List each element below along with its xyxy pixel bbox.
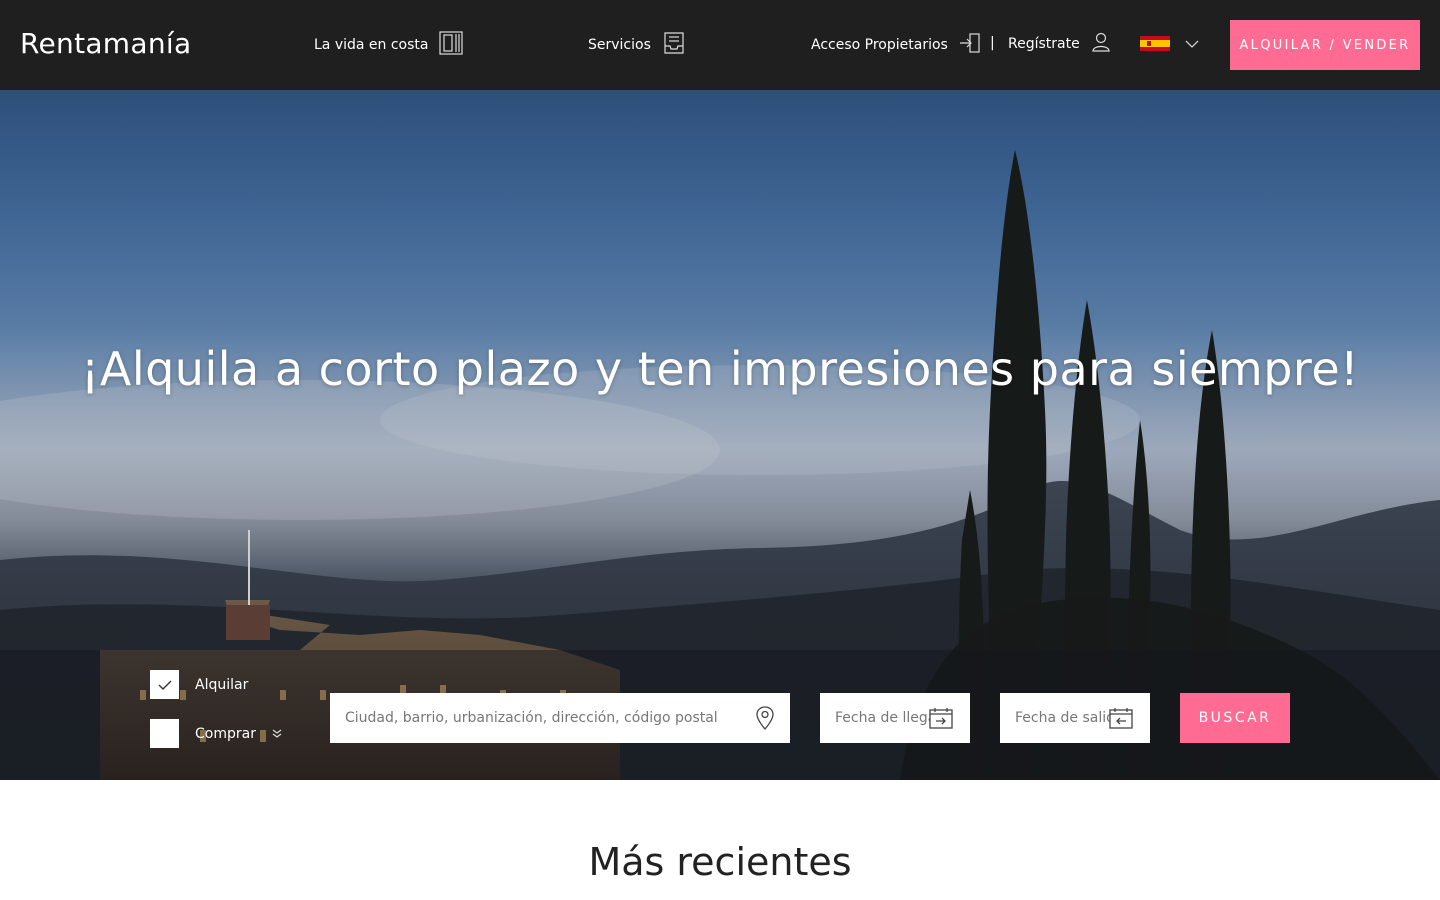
- inbox-tray-icon: [661, 30, 687, 60]
- option-alquilar[interactable]: Alquilar: [150, 670, 248, 699]
- double-chevron-down-icon: [272, 726, 282, 742]
- top-header: Rentamanía La vida en costa Servicios Ac…: [0, 0, 1440, 90]
- comprar-label: Comprar: [195, 725, 256, 742]
- chevron-down-icon: [1184, 34, 1200, 53]
- nav-label: Servicios: [588, 37, 651, 53]
- nav-label: La vida en costa: [314, 37, 429, 53]
- hero-section: ¡Alquila a corto plazo y ten impresiones…: [0, 90, 1440, 780]
- language-selector[interactable]: [1140, 34, 1200, 53]
- user-icon: [1090, 31, 1112, 57]
- building-icon: [438, 30, 464, 60]
- checkin-input[interactable]: [835, 710, 930, 726]
- alquilar-vender-button[interactable]: ALQUILAR / VENDER: [1230, 20, 1420, 70]
- check-icon: [158, 680, 171, 690]
- nav-servicios[interactable]: Servicios: [588, 30, 687, 60]
- recent-section-title: Más recientes: [588, 840, 852, 884]
- calendar-arrow-out-icon: [1109, 708, 1133, 729]
- location-field[interactable]: [330, 693, 790, 743]
- hero-headline: ¡Alquila a corto plazo y ten impresiones…: [80, 342, 1360, 396]
- map-pin-icon: [756, 706, 774, 730]
- site-logo[interactable]: Rentamanía: [20, 27, 191, 60]
- nav-registrate[interactable]: Regístrate: [1008, 31, 1112, 57]
- buscar-button[interactable]: BUSCAR: [1180, 693, 1290, 743]
- search-panel: Alquilar Comprar BUSCAR: [0, 650, 1440, 780]
- nav-separator: |: [990, 35, 995, 51]
- nav-acceso-propietarios[interactable]: Acceso Propietarios: [811, 31, 982, 59]
- comprar-checkbox[interactable]: [150, 719, 179, 748]
- calendar-arrow-in-icon: [929, 708, 953, 729]
- alquilar-label: Alquilar: [195, 676, 249, 693]
- login-door-icon: [958, 31, 982, 59]
- checkin-field[interactable]: [820, 693, 970, 743]
- alquilar-checkbox[interactable]: [150, 670, 179, 699]
- nav-la-vida-en-costa[interactable]: La vida en costa: [314, 30, 464, 60]
- spain-flag-icon: [1140, 36, 1170, 51]
- checkout-field[interactable]: [1000, 693, 1150, 743]
- location-input[interactable]: [345, 710, 745, 726]
- nav-label: Acceso Propietarios: [811, 37, 948, 53]
- checkout-input[interactable]: [1015, 710, 1110, 726]
- option-comprar[interactable]: Comprar: [150, 719, 282, 748]
- nav-label: Regístrate: [1008, 36, 1080, 52]
